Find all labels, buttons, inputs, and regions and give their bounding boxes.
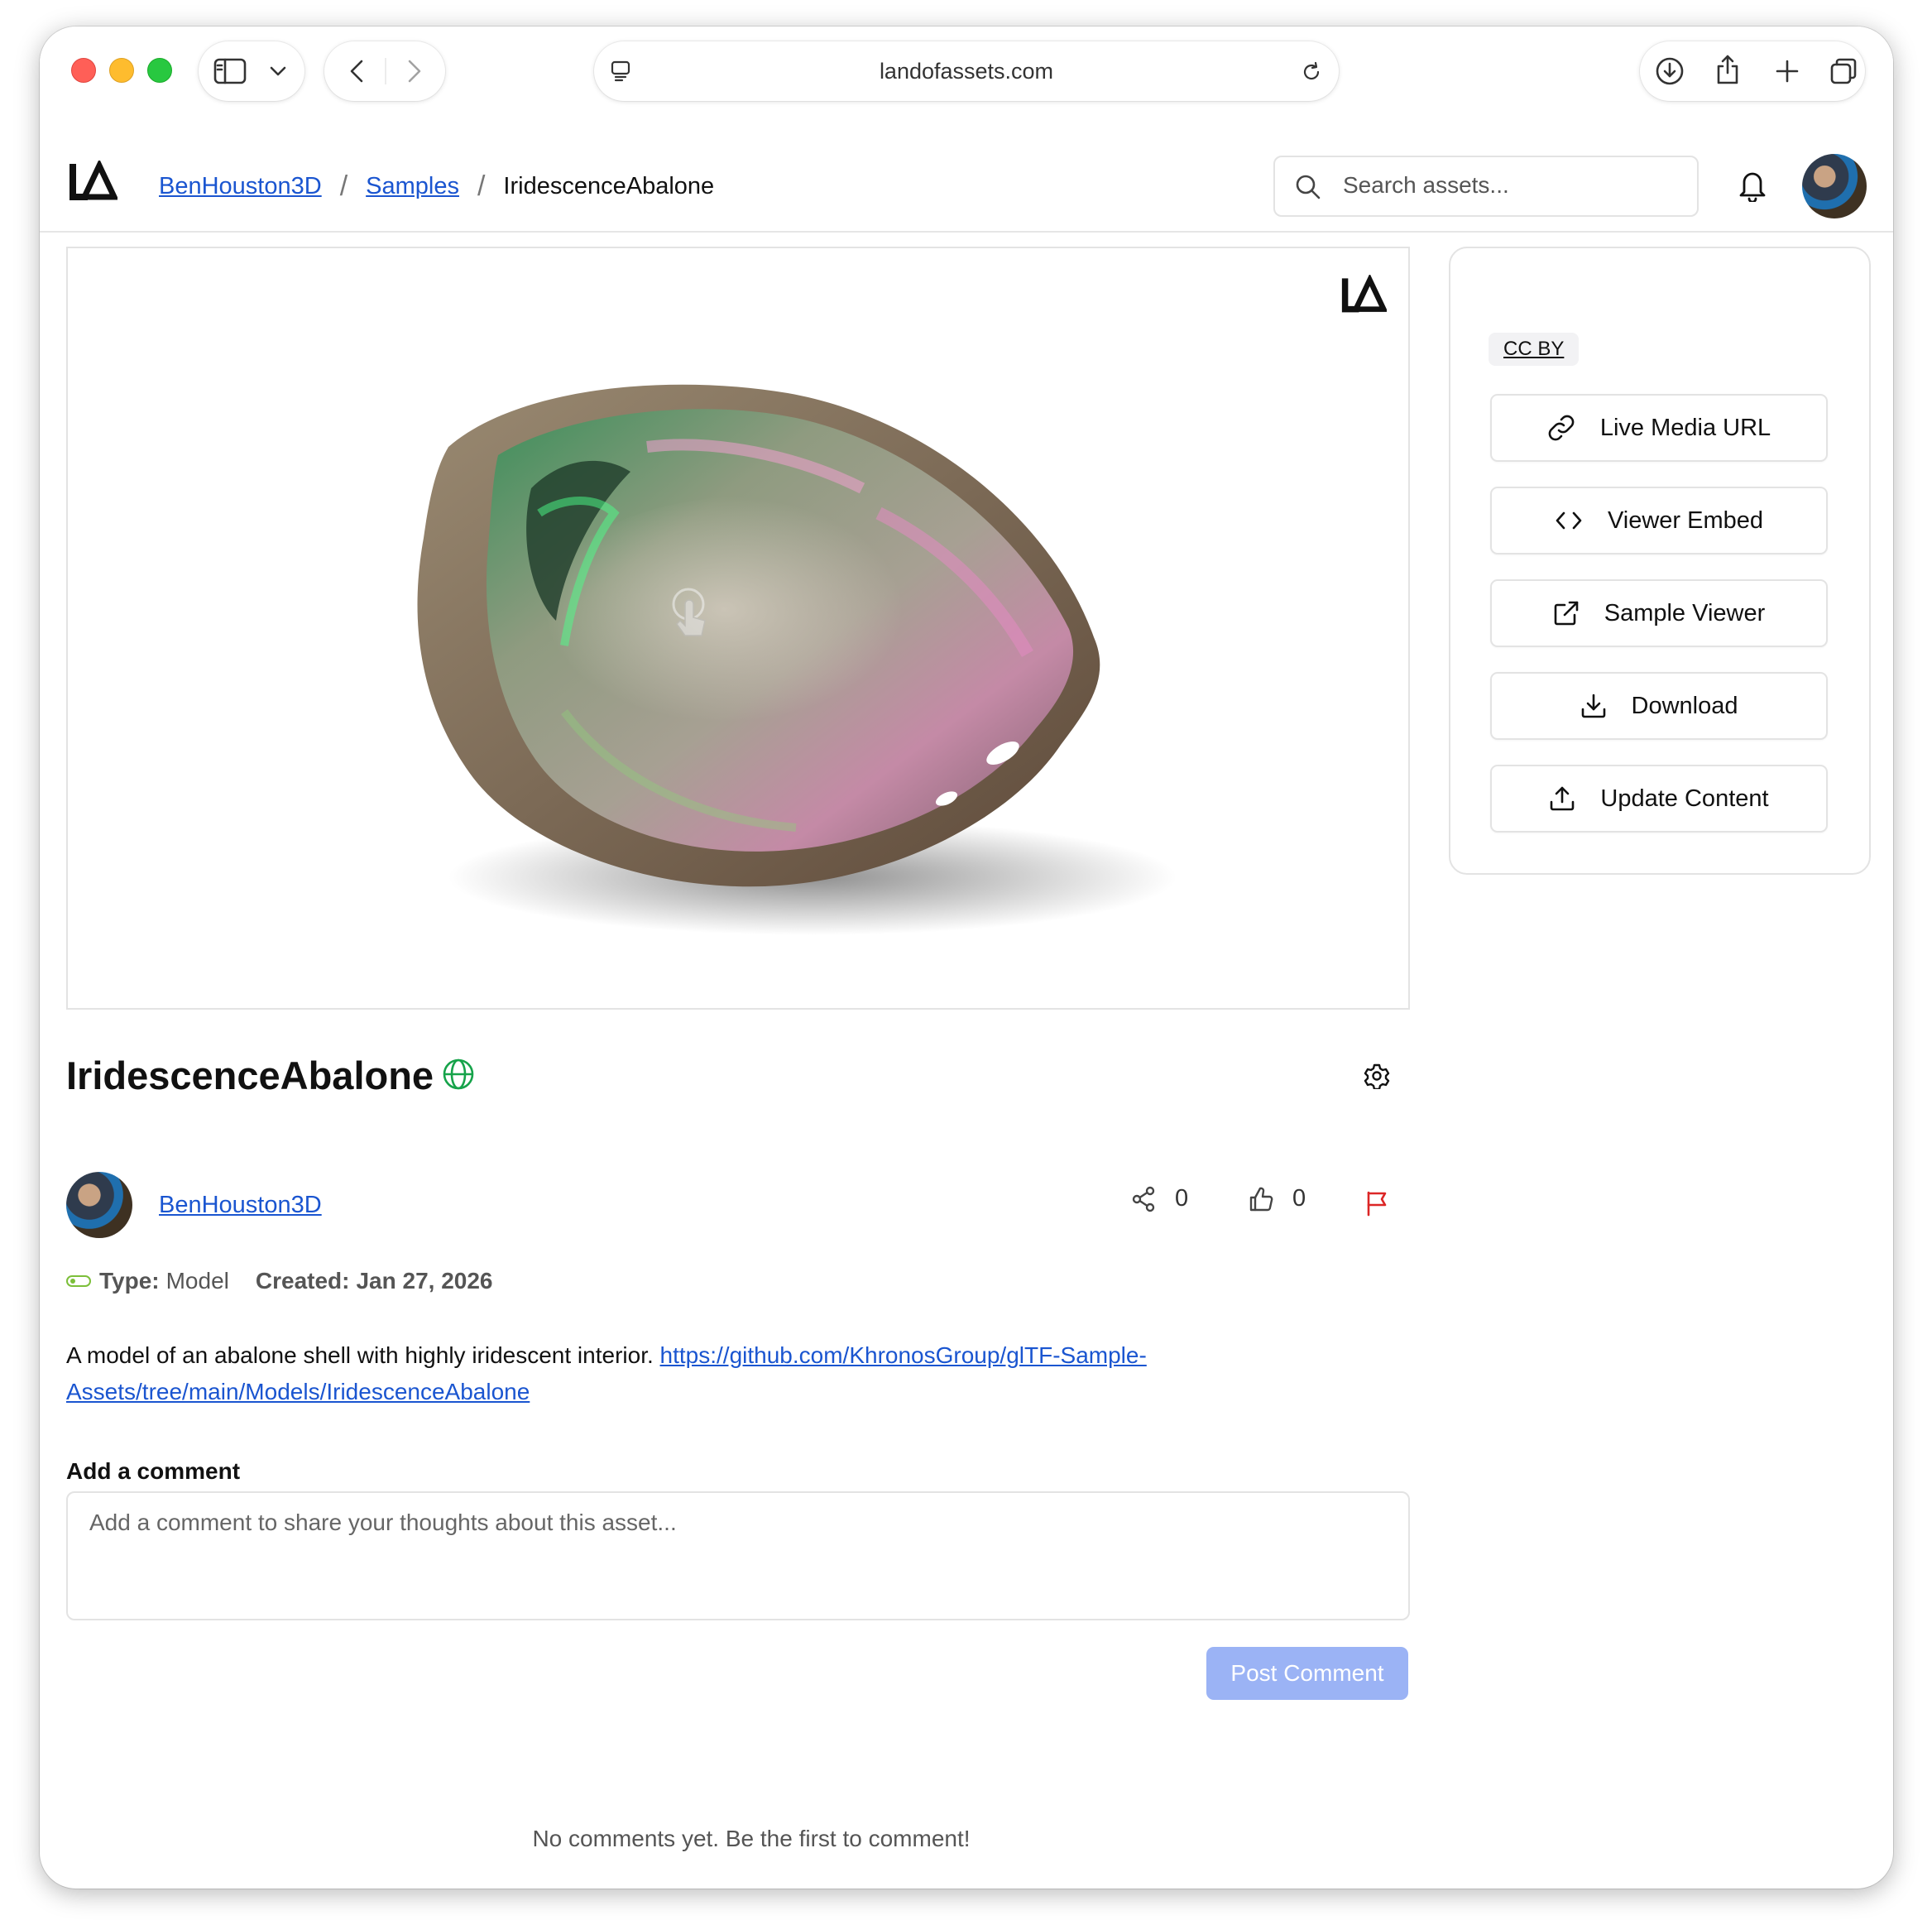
breadcrumb-samples-link[interactable]: Samples	[366, 173, 459, 200]
update-content-button[interactable]: Update Content	[1490, 765, 1828, 833]
post-comment-button[interactable]: Post Comment	[1206, 1647, 1408, 1700]
type-label: Type:	[99, 1268, 160, 1294]
tab-overview-icon[interactable]	[1829, 56, 1858, 86]
site-header: BenHouston3D / Samples / IridescenceAbal…	[40, 118, 1893, 233]
sidebar-toggle-group	[199, 41, 304, 101]
breadcrumb: BenHouston3D / Samples / IridescenceAbal…	[159, 170, 714, 203]
asset-title: IridescenceAbalone	[66, 1054, 434, 1097]
abalone-shell-render	[417, 384, 1177, 935]
globe-icon	[442, 1058, 475, 1095]
minimize-window-button[interactable]	[109, 58, 134, 83]
breadcrumb-separator: /	[477, 170, 486, 202]
share-count: 0	[1175, 1185, 1189, 1212]
sample-viewer-label: Sample Viewer	[1604, 599, 1766, 626]
breadcrumb-user-link[interactable]: BenHouston3D	[159, 173, 322, 200]
comment-input[interactable]	[88, 1508, 1382, 1602]
thumbs-up-icon	[1249, 1187, 1273, 1211]
browser-toolbar: landofassets.com	[40, 26, 1893, 118]
viewer-embed-label: Viewer Embed	[1607, 506, 1764, 534]
type-value: Model	[165, 1268, 229, 1294]
browser-window: landofassets.com BenHouston3D / Samples …	[40, 26, 1893, 1889]
forward-icon[interactable]	[402, 58, 427, 84]
close-window-button[interactable]	[71, 58, 96, 83]
download-icon	[1581, 694, 1605, 718]
download-button[interactable]: Download	[1490, 672, 1828, 740]
upload-icon	[1551, 786, 1575, 811]
breadcrumb-current: IridescenceAbalone	[503, 173, 715, 199]
chevron-down-icon[interactable]	[266, 61, 290, 81]
search-icon	[1296, 175, 1321, 199]
comment-box	[66, 1491, 1410, 1620]
url-text: landofassets.com	[879, 59, 1054, 84]
live-media-url-label: Live Media URL	[1599, 414, 1771, 441]
new-tab-icon[interactable]	[1772, 56, 1802, 86]
sidebar-icon[interactable]	[213, 56, 247, 86]
empty-comments-text: No comments yet. Be the first to comment…	[532, 1826, 971, 1851]
download-label: Download	[1631, 692, 1738, 719]
navigation-group	[324, 41, 445, 101]
settings-gear-icon[interactable]	[1364, 1063, 1390, 1093]
breadcrumb-separator: /	[339, 170, 348, 202]
notifications-bell-icon[interactable]	[1736, 167, 1769, 206]
created-label: Created:	[255, 1268, 350, 1294]
downloads-icon[interactable]	[1655, 56, 1685, 86]
share-nodes-icon	[1132, 1186, 1155, 1212]
like-count: 0	[1292, 1185, 1306, 1212]
user-avatar[interactable]	[1802, 154, 1867, 218]
code-icon	[1556, 511, 1582, 530]
viewer-watermark-logo	[1340, 273, 1388, 317]
external-link-icon	[1554, 601, 1579, 626]
description-text: A model of an abalone shell with highly …	[66, 1342, 654, 1368]
viewer-embed-button[interactable]: Viewer Embed	[1490, 487, 1828, 554]
owner-link[interactable]: BenHouston3D	[159, 1192, 322, 1219]
asset-description: A model of an abalone shell with highly …	[66, 1337, 1307, 1410]
live-media-url-button[interactable]: Live Media URL	[1490, 394, 1828, 462]
address-bar[interactable]: landofassets.com	[594, 41, 1339, 101]
license-badge[interactable]: CC BY	[1489, 333, 1580, 366]
owner-avatar[interactable]	[66, 1172, 132, 1238]
site-logo[interactable]	[68, 158, 119, 204]
report-flag-icon[interactable]	[1365, 1190, 1390, 1221]
back-icon[interactable]	[344, 58, 369, 84]
created-value: Jan 27, 2026	[356, 1268, 493, 1294]
update-content-label: Update Content	[1600, 785, 1769, 812]
zoom-window-button[interactable]	[147, 58, 172, 83]
asset-meta: Type: Model Created: Jan 27, 2026	[66, 1268, 493, 1294]
reload-icon[interactable]	[1299, 60, 1324, 84]
asset-actions-card: CC BY Live Media URL Viewer Embed Sample…	[1449, 247, 1871, 875]
search-input[interactable]	[1341, 157, 1684, 214]
add-comment-heading: Add a comment	[66, 1458, 241, 1484]
share-count-button[interactable]: 0	[1130, 1185, 1188, 1212]
link-icon	[1548, 415, 1575, 441]
search-box	[1273, 156, 1699, 217]
like-button[interactable]: 0	[1248, 1185, 1306, 1212]
toolbar-actions-group	[1640, 41, 1865, 101]
gltf-format-icon	[66, 1275, 91, 1287]
sample-viewer-button[interactable]: Sample Viewer	[1490, 579, 1828, 647]
share-icon[interactable]	[1713, 53, 1743, 86]
model-viewer[interactable]	[66, 247, 1410, 1010]
